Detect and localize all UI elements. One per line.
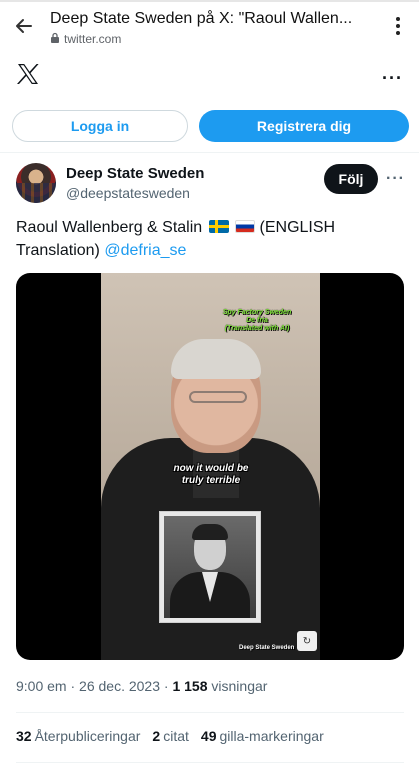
follow-button[interactable]: Följ: [324, 164, 378, 194]
avatar[interactable]: [16, 163, 56, 203]
flag-sweden-icon: [208, 220, 229, 233]
divider: [16, 762, 404, 763]
more-vertical-icon[interactable]: [391, 14, 405, 38]
divider: [0, 152, 419, 153]
views-label: visningar: [211, 678, 268, 694]
arrow-left-icon[interactable]: [10, 12, 38, 40]
lock-icon: [50, 32, 60, 46]
video-watermark: Deep State Sweden: [239, 645, 295, 651]
auth-bar: Logga in Registrera dig: [12, 110, 409, 142]
site-header: ···: [0, 56, 419, 96]
x-logo-icon[interactable]: [16, 62, 40, 86]
url-bar[interactable]: twitter.com: [50, 32, 121, 46]
tweet-text: Raoul Wallenberg & Stalin (ENGLISH Trans…: [16, 216, 406, 262]
video-overlay-title: Spy Factory Sweden De fria (Translated w…: [222, 309, 292, 332]
video-player[interactable]: Spy Factory Sweden De fria (Translated w…: [16, 273, 404, 660]
author-name[interactable]: Deep State Sweden: [66, 165, 204, 182]
tweet-time[interactable]: 9:00 em: [16, 678, 67, 694]
divider: [16, 712, 404, 713]
page-title: Deep State Sweden på X: "Raoul Wallen...: [50, 10, 353, 27]
post-more-button[interactable]: ···: [386, 170, 405, 188]
video-caption: now it would be truly terrible: [173, 463, 249, 486]
url-text: twitter.com: [64, 32, 122, 46]
portrait-photo: [159, 511, 261, 623]
tweet-text-part1: Raoul Wallenberg & Stalin: [16, 219, 203, 236]
tweet-date[interactable]: 26 dec. 2023: [79, 678, 160, 694]
reposts-stat[interactable]: 32 Återpubliceringar: [16, 728, 140, 744]
tweet-stats: 32 Återpubliceringar 2 citat 49 gilla-marke…: [16, 728, 324, 744]
video-frame: Spy Factory Sweden De fria (Translated w…: [101, 273, 320, 660]
views-count: 1 158: [172, 678, 208, 694]
quotes-stat[interactable]: 2 citat: [152, 728, 188, 744]
likes-stat[interactable]: 49 gilla-markeringar: [201, 728, 324, 744]
header-more-button[interactable]: ···: [382, 68, 403, 89]
author-handle[interactable]: @deepstatesweden: [66, 185, 190, 201]
flag-russia-icon: [235, 220, 256, 233]
video-badge-icon: ↻: [297, 631, 317, 651]
register-button[interactable]: Registrera dig: [199, 110, 409, 142]
login-button[interactable]: Logga in: [12, 110, 188, 142]
browser-chrome: Deep State Sweden på X: "Raoul Wallen...…: [0, 0, 419, 48]
tweet-meta: 9:00 em · 26 dec. 2023 · 1 158 visningar: [16, 678, 268, 694]
mention-link[interactable]: @defria_se: [104, 242, 186, 259]
